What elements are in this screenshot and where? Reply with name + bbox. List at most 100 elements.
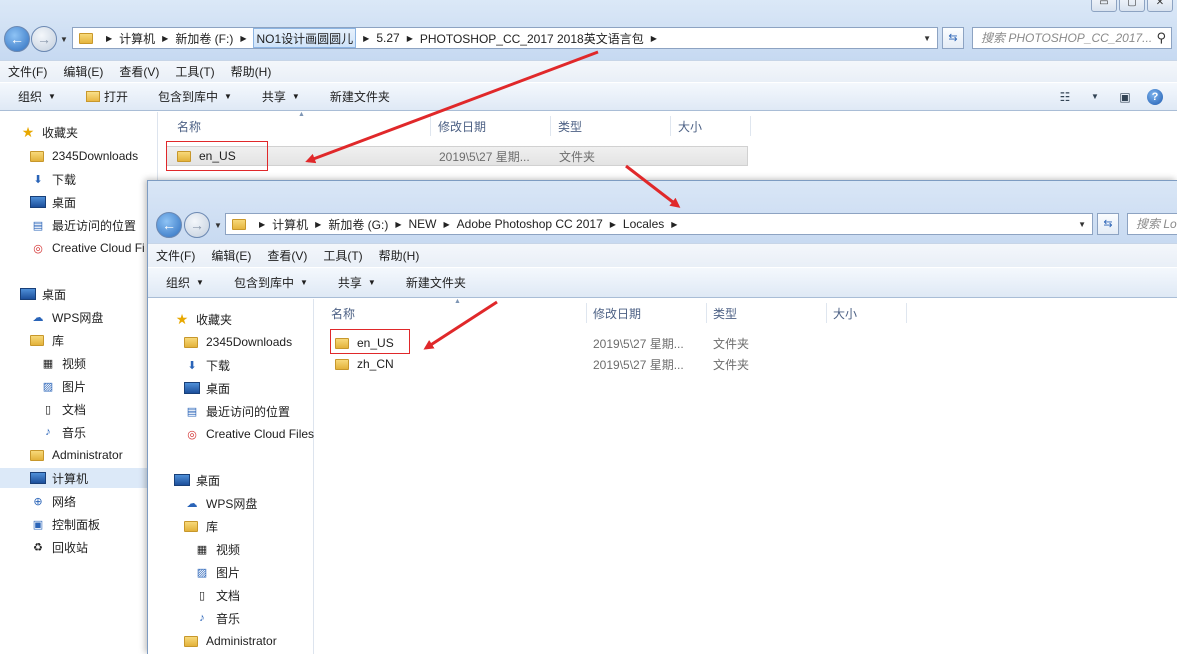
column-name[interactable]: 名称	[331, 305, 355, 322]
nav-item-desktop[interactable]: 桌面	[184, 378, 230, 398]
nav-item-videos[interactable]: ▦ 视频	[194, 539, 240, 559]
nav-favorites[interactable]: ★ 收藏夹	[20, 122, 78, 142]
file-row[interactable]: zh_CN 2019\5\27 星期... 文件夹	[331, 354, 891, 374]
breadcrumb-item[interactable]: ▶ 5.27	[356, 28, 400, 48]
nav-favorites[interactable]: ★ 收藏夹	[174, 309, 232, 329]
nav-item-music[interactable]: ♪ 音乐	[194, 608, 240, 628]
recent-pages-dropdown[interactable]: ▼	[214, 221, 222, 230]
nav-library[interactable]: 库	[30, 330, 64, 350]
nav-library[interactable]: 库	[184, 516, 218, 536]
preview-pane-icon[interactable]: ▣	[1117, 89, 1133, 105]
organize-button[interactable]: 组织 ▼	[0, 88, 68, 105]
menu-view[interactable]: 查看(V)	[111, 63, 167, 80]
nav-item-2345downloads[interactable]: 2345Downloads	[30, 146, 138, 166]
nav-item-music[interactable]: ♪ 音乐	[40, 422, 86, 442]
breadcrumb-item[interactable]: ▶ NEW	[388, 214, 436, 234]
refresh-button[interactable]: ⇆	[1097, 213, 1119, 235]
breadcrumb-item[interactable]: ▶ Locales ▶	[603, 214, 685, 234]
menu-tools[interactable]: 工具(T)	[315, 247, 370, 264]
nav-item-downloads[interactable]: ⬇ 下载	[184, 355, 230, 375]
nav-network[interactable]: ⊕ 网络	[30, 491, 76, 511]
nav-computer[interactable]: 计算机	[0, 468, 147, 488]
nav-desktop[interactable]: 桌面	[20, 284, 66, 304]
share-button[interactable]: 共享 ▼	[244, 88, 312, 105]
back-button[interactable]: ←	[4, 26, 30, 52]
nav-item-documents[interactable]: ▯ 文档	[194, 585, 240, 605]
menu-edit[interactable]: 编辑(E)	[55, 63, 111, 80]
nav-recycle-bin[interactable]: ♻ 回收站	[30, 537, 88, 557]
minimize-button[interactable]: ▭	[1091, 0, 1117, 12]
menu-file[interactable]: 文件(F)	[148, 247, 203, 264]
chevron-right-icon: ▶	[363, 33, 370, 43]
help-icon[interactable]: ?	[1147, 89, 1163, 105]
menu-help[interactable]: 帮助(H)	[371, 247, 428, 264]
file-row[interactable]: en_US 2019\5\27 星期... 文件夹	[331, 333, 891, 353]
include-in-library-button[interactable]: 包含到库中 ▼	[140, 88, 244, 105]
column-size[interactable]: 大小	[678, 118, 702, 135]
search-input[interactable]: 搜索 PHOTOSHOP_CC_2017... ⚲	[972, 27, 1172, 49]
new-folder-button[interactable]: 新建文件夹	[388, 274, 478, 291]
nav-desktop[interactable]: 桌面	[174, 470, 220, 490]
nav-item-recent[interactable]: ▤ 最近访问的位置	[30, 215, 136, 235]
column-date[interactable]: 修改日期	[593, 305, 641, 322]
breadcrumb-item[interactable]: ▶ NO1设计画圆圆儿	[233, 28, 357, 48]
column-size[interactable]: 大小	[833, 305, 857, 322]
close-button[interactable]: ✕	[1147, 0, 1173, 12]
maximize-button[interactable]: ▢	[1119, 0, 1145, 12]
address-bar[interactable]: ▶ 计算机 ▶ 新加卷 (G:) ▶ NEW ▶ Adobe Photoshop CC …	[225, 213, 1093, 235]
chevron-right-icon: ▶	[259, 219, 266, 229]
breadcrumb-item[interactable]: ▶ 计算机	[252, 214, 308, 234]
folder-icon	[232, 218, 246, 230]
breadcrumb-item[interactable]: ▶ Adobe Photoshop CC 2017	[436, 214, 602, 234]
menu-help[interactable]: 帮助(H)	[223, 63, 280, 80]
forward-button[interactable]: →	[184, 212, 210, 238]
explorer-window-target: ← → ▼ ▶ 计算机 ▶ 新加卷 (G:) ▶ NEW ▶ Adobe Photosh…	[147, 180, 1177, 654]
address-dropdown-icon[interactable]: ▼	[923, 34, 931, 43]
column-type[interactable]: 类型	[713, 305, 737, 322]
open-button[interactable]: 打开	[68, 88, 140, 105]
breadcrumb-item[interactable]: ▶ PHOTOSHOP_CC_2017 2018英文语言包 ▶	[400, 28, 664, 48]
nav-item-downloads[interactable]: ⬇ 下载	[30, 169, 76, 189]
menu-edit[interactable]: 编辑(E)	[203, 247, 259, 264]
menu-bar: 文件(F) 编辑(E) 查看(V) 工具(T) 帮助(H)	[0, 60, 1177, 82]
nav-wps[interactable]: ☁ WPS网盘	[184, 493, 258, 513]
nav-item-desktop[interactable]: 桌面	[30, 192, 76, 212]
nav-wps[interactable]: ☁ WPS网盘	[30, 307, 104, 327]
nav-item-2345downloads[interactable]: 2345Downloads	[184, 332, 292, 352]
nav-administrator[interactable]: Administrator	[184, 631, 277, 651]
column-date[interactable]: 修改日期	[438, 118, 486, 135]
nav-item-recent[interactable]: ▤ 最近访问的位置	[184, 401, 290, 421]
breadcrumb-item[interactable]: ▶ 计算机	[99, 28, 155, 48]
nav-control-panel[interactable]: ▣ 控制面板	[30, 514, 100, 534]
share-button[interactable]: 共享 ▼	[320, 274, 388, 291]
column-name[interactable]: 名称	[177, 118, 201, 135]
refresh-button[interactable]: ⇆	[942, 27, 964, 49]
include-in-library-button[interactable]: 包含到库中 ▼	[216, 274, 320, 291]
address-bar[interactable]: ▶ 计算机 ▶ 新加卷 (F:) ▶ NO1设计画圆圆儿 ▶ 5.27 ▶ PHOTOSH…	[72, 27, 938, 49]
organize-button[interactable]: 组织 ▼	[148, 274, 216, 291]
forward-button[interactable]: →	[31, 26, 57, 52]
back-button[interactable]: ←	[156, 212, 182, 238]
nav-administrator[interactable]: Administrator	[30, 445, 123, 465]
address-dropdown-icon[interactable]: ▼	[1078, 220, 1086, 229]
command-toolbar: 组织 ▼ 包含到库中 ▼ 共享 ▼ 新建文件夹	[148, 267, 1177, 298]
nav-item-pictures[interactable]: ▨ 图片	[40, 376, 86, 396]
chevron-right-icon: ▶	[240, 33, 247, 43]
column-type[interactable]: 类型	[558, 118, 582, 135]
menu-view[interactable]: 查看(V)	[259, 247, 315, 264]
chevron-down-icon[interactable]: ▼	[1087, 89, 1103, 105]
recent-pages-dropdown[interactable]: ▼	[60, 35, 68, 44]
nav-item-documents[interactable]: ▯ 文档	[40, 399, 86, 419]
breadcrumb-item[interactable]: ▶ 新加卷 (G:)	[308, 214, 388, 234]
menu-file[interactable]: 文件(F)	[0, 63, 55, 80]
breadcrumb-item[interactable]: ▶ 新加卷 (F:)	[155, 28, 233, 48]
view-options-icon[interactable]: ☷	[1057, 89, 1073, 105]
nav-item-creative-cloud[interactable]: ◎ Creative Cloud Files	[184, 424, 314, 444]
nav-item-pictures[interactable]: ▨ 图片	[194, 562, 240, 582]
search-input[interactable]: 搜索 Lo	[1127, 213, 1177, 235]
menu-tools[interactable]: 工具(T)	[167, 63, 222, 80]
new-folder-button[interactable]: 新建文件夹	[312, 88, 402, 105]
nav-item-creative-cloud[interactable]: ◎ Creative Cloud Fi	[30, 238, 145, 258]
music-icon: ♪	[199, 612, 205, 624]
nav-item-videos[interactable]: ▦ 视频	[40, 353, 86, 373]
